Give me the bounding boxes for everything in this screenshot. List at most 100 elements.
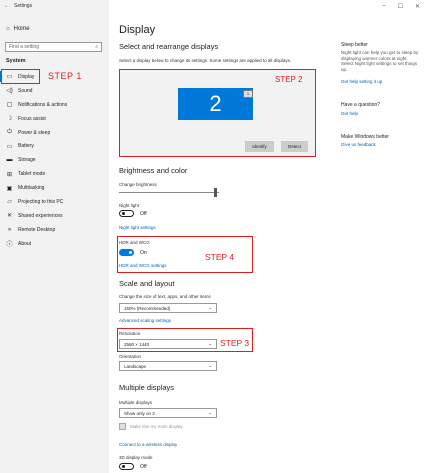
- brightness-thumb[interactable]: [214, 188, 217, 197]
- storage-icon: ▬: [6, 157, 13, 164]
- minimize-icon[interactable]: –: [382, 3, 385, 10]
- sidebar-nav: ▭ Display ◁) Sound ▢ Notifications & actions ☽…: [0, 70, 109, 251]
- better-heading: Make Windows better: [341, 134, 390, 140]
- chevron-down-icon: ⌄: [208, 341, 212, 346]
- close-icon[interactable]: ✕: [415, 3, 420, 10]
- sidebar-item-label: Multitasking: [18, 185, 45, 192]
- sidebar-item-tablet-mode[interactable]: ⊞ Tablet mode: [0, 167, 109, 181]
- main-display-label: Make this my main display: [130, 424, 183, 429]
- main-display-checkbox[interactable]: [119, 423, 126, 430]
- sidebar-item-about[interactable]: ⓘ About: [0, 237, 109, 251]
- back-arrow-icon[interactable]: ←: [4, 3, 9, 9]
- sidebar-item-multitasking[interactable]: ▣ Multitasking: [0, 181, 109, 195]
- 3d-mode-label: 3D display mode: [119, 455, 153, 460]
- brightness-heading: Brightness and color: [119, 166, 188, 175]
- sidebar-item-label: Projecting to this PC: [18, 198, 64, 205]
- maximize-icon[interactable]: ☐: [398, 3, 403, 10]
- hdr-settings-link[interactable]: HDR and WCG settings: [119, 263, 167, 268]
- night-light-state: Off: [140, 211, 147, 217]
- section-label: System: [6, 58, 26, 64]
- notification-icon: ▢: [6, 102, 13, 109]
- annotation-step1: STEP 1: [48, 71, 82, 81]
- detect-button[interactable]: Detect: [281, 141, 308, 152]
- sidebar-item-remote-desktop[interactable]: » Remote Desktop: [0, 223, 109, 237]
- sidebar-item-focus-assist[interactable]: ☽ Focus assist: [0, 112, 109, 126]
- power-icon: ⏻: [7, 129, 12, 135]
- hdr-label: HDR and WCG: [119, 240, 150, 245]
- home-link[interactable]: ⌂ Home: [6, 26, 30, 32]
- sidebar-item-notifications-actions[interactable]: ▢ Notifications & actions: [0, 98, 109, 112]
- sidebar-item-label: Sound: [18, 87, 33, 94]
- sidebar-item-shared-experiences[interactable]: ✕ Shared experiences: [0, 209, 109, 223]
- sidebar-item-projecting-to-this-pc[interactable]: ▱ Projecting to this PC: [0, 195, 109, 209]
- question-heading: Have a question?: [341, 102, 380, 108]
- chevron-down-icon: ⌄: [208, 305, 212, 310]
- speaker-icon: ◁): [6, 88, 13, 95]
- home-icon: ⌂: [6, 26, 10, 32]
- orientation-label: Orientation: [119, 354, 142, 359]
- chevron-down-icon: ⌄: [208, 410, 212, 415]
- sidebar-item-label: Focus assist: [18, 115, 46, 122]
- resolution-dropdown[interactable]: 2560 × 1440 ⌄: [119, 339, 217, 349]
- sidebar-item-label: Storage: [18, 157, 36, 164]
- annotation-step2: STEP 2: [275, 75, 303, 84]
- annotation-step4: STEP 4: [205, 252, 235, 262]
- annotation-box-step1: [1, 69, 40, 84]
- sidebar-item-label: Notifications & actions: [18, 101, 68, 108]
- resolution-value: 2560 × 1440: [124, 341, 150, 347]
- sidebar-item-battery[interactable]: ▭ Battery: [0, 139, 109, 153]
- sleep-help-link[interactable]: Get help setting it up: [341, 79, 382, 84]
- resolution-label: Resolution: [119, 331, 141, 336]
- wireless-display-link[interactable]: Connect to a wireless display: [119, 442, 177, 447]
- tablet-icon: ⊞: [6, 171, 13, 178]
- moon-icon: ☽: [6, 116, 13, 123]
- window-controls: – ☐ ✕: [382, 3, 420, 10]
- rearrange-heading: Select and rearrange displays: [119, 42, 219, 51]
- page-title: Display: [119, 24, 156, 36]
- search-icon: ⌕: [95, 44, 98, 50]
- home-label: Home: [13, 26, 30, 32]
- identify-button[interactable]: Identify: [245, 141, 274, 152]
- sidebar-item-label: Battery: [18, 143, 34, 150]
- titlebar: ← Settings: [4, 3, 32, 9]
- multiple-heading: Multiple displays: [119, 383, 175, 392]
- sidebar-item-label: About: [18, 240, 32, 247]
- search-placeholder: Find a setting: [9, 44, 40, 50]
- night-light-settings-link[interactable]: Night light settings: [119, 225, 156, 230]
- brightness-slider[interactable]: [119, 192, 219, 193]
- feedback-link[interactable]: Give us feedback: [341, 142, 376, 147]
- multitask-icon: ▣: [6, 185, 13, 192]
- multiple-value: Show only on 2: [124, 410, 155, 416]
- sidebar-item-label: Remote Desktop: [18, 226, 56, 233]
- sidebar-item-label: Power & sleep: [18, 129, 51, 136]
- brightness-label: Change brightness: [119, 182, 157, 187]
- 3d-mode-state: Off: [140, 464, 147, 470]
- hdr-toggle[interactable]: [119, 249, 134, 256]
- get-help-link[interactable]: Get help: [341, 111, 358, 116]
- window-title: Settings: [14, 3, 33, 9]
- advanced-scaling-link[interactable]: Advanced scaling settings: [119, 318, 171, 323]
- sidebar-item-power-sleep[interactable]: ⏻ Power & sleep: [0, 126, 109, 140]
- hdr-state: On: [140, 250, 147, 256]
- sidebar-item-storage[interactable]: ▬ Storage: [0, 153, 109, 167]
- orientation-value: Landscape: [124, 363, 147, 369]
- sidebar-item-sound[interactable]: ◁) Sound: [0, 84, 109, 98]
- scale-value: 150% (Recommended): [124, 305, 171, 311]
- search-input[interactable]: Find a setting ⌕: [5, 42, 102, 52]
- scale-dropdown[interactable]: 150% (Recommended) ⌄: [119, 303, 217, 313]
- remote-icon: »: [7, 226, 12, 233]
- battery-icon: ▭: [6, 143, 13, 150]
- multiple-dropdown[interactable]: Show only on 2 ⌄: [119, 408, 217, 418]
- sleep-heading: Sleep better: [341, 42, 368, 48]
- info-icon: ⓘ: [6, 242, 13, 249]
- 3d-mode-toggle[interactable]: [119, 463, 134, 470]
- monitor-2[interactable]: 2: [178, 88, 253, 120]
- orientation-dropdown[interactable]: Landscape ⌄: [119, 361, 217, 371]
- chevron-down-icon: ⌄: [208, 363, 212, 368]
- night-light-toggle[interactable]: [119, 210, 134, 217]
- monitor-1[interactable]: 1: [243, 90, 253, 98]
- sidebar-item-label: Shared experiences: [18, 212, 63, 219]
- annotation-step3: STEP 3: [220, 338, 250, 348]
- sidebar-item-label: Tablet mode: [18, 171, 46, 178]
- scale-label: Change the size of text, apps, and other…: [119, 294, 211, 299]
